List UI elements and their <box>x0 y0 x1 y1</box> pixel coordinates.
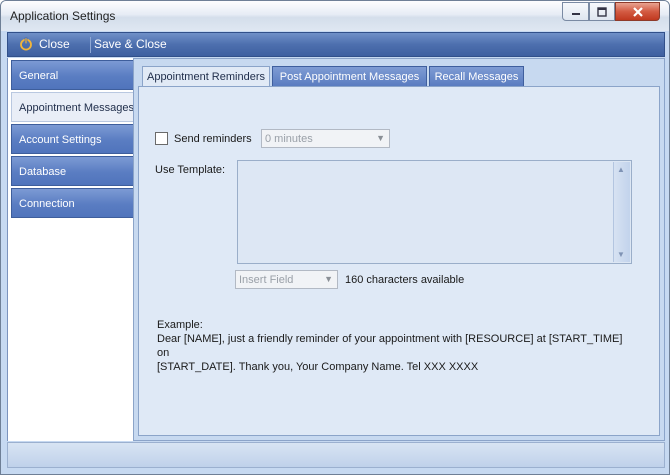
application-settings-window: Application Settings Close Save & Close … <box>0 0 670 475</box>
send-reminders-label: Send reminders <box>174 133 252 145</box>
minimize-button[interactable] <box>562 2 589 21</box>
sidebar-item-label: Account Settings <box>19 134 102 146</box>
title-bar[interactable]: Application Settings <box>1 1 669 31</box>
sidebar-item-label: General <box>19 70 59 82</box>
maximize-button[interactable] <box>589 2 615 21</box>
chevron-down-icon: ▼ <box>376 133 385 143</box>
tab-label: Appointment Reminders <box>146 71 265 83</box>
reminder-interval-select[interactable]: 0 minutes ▼ <box>261 129 390 148</box>
sidebar-item-connection[interactable]: Connection <box>11 188 134 218</box>
close-icon <box>632 6 643 17</box>
insert-field-value: Insert Field <box>239 274 294 286</box>
window-title: Application Settings <box>10 9 116 23</box>
insert-field-select[interactable]: Insert Field ▼ <box>235 270 338 289</box>
send-reminders-checkbox[interactable] <box>155 132 168 145</box>
template-textarea[interactable]: ▲ ▼ <box>237 160 632 264</box>
template-scrollbar[interactable]: ▲ ▼ <box>613 162 630 262</box>
save-close-button[interactable]: Save & Close <box>94 37 167 51</box>
close-window-button[interactable] <box>615 2 660 21</box>
reminder-interval-value: 0 minutes <box>265 133 313 145</box>
tab-label: Recall Messages <box>434 71 519 83</box>
power-icon <box>20 37 32 51</box>
example-text-block: Example: Dear [NAME], just a friendly re… <box>157 318 637 374</box>
sidebar-item-label: Appointment Messages <box>19 102 134 114</box>
example-heading: Example: <box>157 319 203 331</box>
chevron-down-icon: ▼ <box>324 274 333 284</box>
toolbar-separator <box>90 37 91 53</box>
toolbar: Close Save & Close <box>7 32 665 57</box>
tab-appointment-reminders[interactable]: Appointment Reminders <box>142 66 270 87</box>
sidebar-item-appointment-messages[interactable]: Appointment Messages <box>11 92 135 122</box>
characters-available-label: 160 characters available <box>345 274 465 286</box>
appointment-reminders-panel: Send reminders 0 minutes ▼ Use Template:… <box>138 86 660 436</box>
example-line-2: [START_DATE]. Thank you, Your Company Na… <box>157 361 479 373</box>
save-close-button-label: Save & Close <box>94 37 167 51</box>
sidebar-item-label: Connection <box>19 198 75 210</box>
tab-label: Post Appointment Messages <box>279 71 420 83</box>
use-template-label: Use Template: <box>155 164 226 176</box>
settings-content: Appointment Reminders Post Appointment M… <box>133 58 665 441</box>
status-bar <box>7 442 665 468</box>
minimize-icon <box>571 12 580 15</box>
scroll-down-icon[interactable]: ▼ <box>617 250 625 259</box>
sidebar-item-general[interactable]: General <box>11 60 134 90</box>
close-button[interactable]: Close <box>19 37 70 51</box>
close-button-label: Close <box>39 37 70 51</box>
tab-post-appointment-messages[interactable]: Post Appointment Messages <box>272 66 427 86</box>
sidebar-item-database[interactable]: Database <box>11 156 134 186</box>
scroll-up-icon[interactable]: ▲ <box>617 165 625 174</box>
sidebar-item-label: Database <box>19 166 67 178</box>
sidebar-item-account-settings[interactable]: Account Settings <box>11 124 134 154</box>
tab-recall-messages[interactable]: Recall Messages <box>429 66 524 86</box>
settings-sidebar: General Appointment Messages Account Set… <box>7 58 135 441</box>
maximize-icon <box>597 6 607 17</box>
example-line-1: Dear [NAME], just a friendly reminder of… <box>157 333 623 359</box>
